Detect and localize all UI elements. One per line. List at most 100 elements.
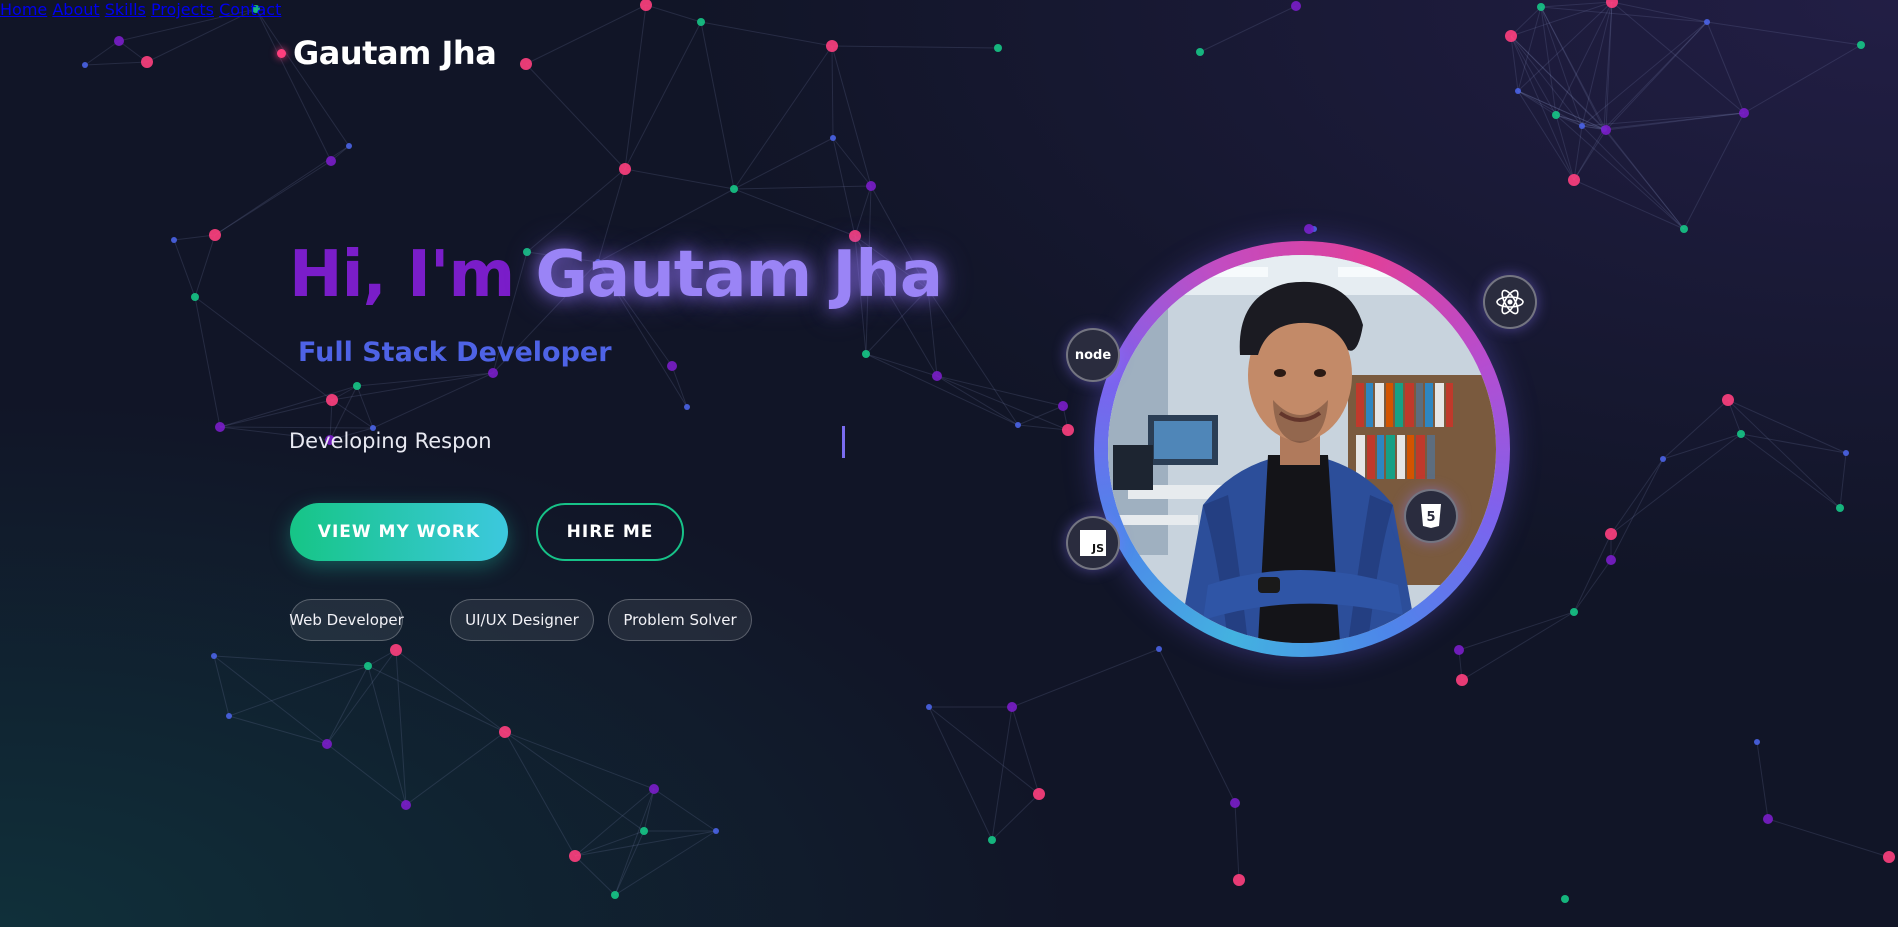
network-line [405, 731, 506, 806]
network-line [936, 375, 1019, 426]
network-line [1662, 433, 1742, 460]
network-line [1605, 129, 1685, 230]
network-node [1568, 174, 1580, 186]
hero-name: Gautam Jha [535, 238, 943, 312]
network-node [932, 371, 942, 381]
view-my-work-button[interactable]: VIEW MY WORK [290, 503, 508, 561]
network-node [866, 181, 876, 191]
html5-icon: 5 [1404, 489, 1458, 543]
network-node [1680, 225, 1688, 233]
network-line [1573, 179, 1685, 230]
network-node [346, 143, 352, 149]
network-node [1454, 645, 1464, 655]
network-node [488, 368, 498, 378]
network-line [574, 830, 717, 857]
network-node [191, 293, 199, 301]
hero-role: Full Stack Developer [298, 337, 612, 368]
network-line [1727, 399, 1841, 509]
network-line [326, 665, 369, 745]
react-icon [1483, 275, 1537, 329]
network-node [322, 739, 332, 749]
nav-link-contact[interactable]: Contact [219, 0, 281, 19]
nav-link-home[interactable]: Home [0, 0, 47, 19]
network-node [619, 163, 631, 175]
network-node [713, 828, 719, 834]
network-line [1605, 112, 1745, 131]
nav-link-skills[interactable]: Skills [105, 0, 146, 19]
network-node [1304, 224, 1314, 234]
network-line [1610, 458, 1664, 535]
network-line [395, 649, 506, 733]
network-line [928, 706, 993, 841]
network-line [991, 793, 1040, 841]
network-line [213, 655, 328, 745]
network-node [1015, 422, 1021, 428]
network-node [1062, 424, 1074, 436]
hire-me-button[interactable]: HIRE ME [536, 503, 684, 561]
javascript-icon-label: JS [1091, 542, 1104, 555]
network-line [504, 731, 645, 832]
network-node [830, 135, 836, 141]
network-line [1740, 433, 1847, 454]
network-line [219, 385, 358, 428]
profile-photo [1108, 255, 1496, 643]
network-line [326, 743, 407, 806]
network-line [733, 188, 856, 237]
network-line [1839, 452, 1847, 509]
network-node [684, 404, 690, 410]
network-node [1561, 895, 1569, 903]
brand-name: Gautam Jha [293, 34, 497, 72]
network-node [649, 784, 659, 794]
typing-text: Developing Respon [289, 429, 492, 453]
network-line [367, 665, 506, 733]
network-node [1606, 555, 1616, 565]
network-node [1033, 788, 1045, 800]
network-node [862, 350, 870, 358]
javascript-icon: JS [1066, 516, 1120, 570]
nav-link-about[interactable]: About [52, 0, 99, 19]
network-line [1573, 559, 1612, 613]
network-node [326, 156, 336, 166]
network-line [1555, 114, 1575, 181]
network-node [390, 644, 402, 656]
network-node [326, 394, 338, 406]
network-node [569, 850, 581, 862]
network-line [219, 426, 374, 429]
hero-greeting: Hi, I'm [289, 238, 515, 312]
network-line [1740, 433, 1841, 509]
network-node [1739, 108, 1749, 118]
network-line [173, 239, 196, 298]
logo-dot-icon [277, 48, 286, 58]
network-node [1579, 123, 1585, 129]
network-node [226, 713, 232, 719]
network-node [211, 653, 217, 659]
network-node [1230, 798, 1240, 808]
network-line [928, 706, 1040, 795]
network-line [228, 715, 328, 745]
network-node [499, 726, 511, 738]
network-line [1727, 399, 1847, 454]
network-line [614, 830, 717, 896]
tag-problem-solver: Problem Solver [608, 599, 752, 641]
particle-network-background [82, 0, 1895, 903]
network-line [1461, 611, 1575, 681]
network-node [926, 704, 932, 710]
network-line [504, 731, 655, 790]
network-line [504, 731, 576, 857]
network-line [395, 649, 407, 806]
brand-logo[interactable]: Gautam Jha [277, 34, 497, 72]
network-line [1573, 533, 1612, 613]
network-node [1836, 504, 1844, 512]
nav-link-projects[interactable]: Projects [151, 0, 214, 19]
hero-heading: Hi, I'm Gautam Jha [289, 238, 943, 312]
network-node [988, 836, 996, 844]
network-node [1601, 125, 1611, 135]
network-line [194, 296, 221, 428]
network-line [1767, 818, 1890, 858]
network-node [1754, 739, 1760, 745]
network-line [173, 234, 216, 241]
network-node [640, 827, 648, 835]
network-node [1552, 111, 1560, 119]
network-node [1570, 608, 1578, 616]
network-node [1007, 702, 1017, 712]
